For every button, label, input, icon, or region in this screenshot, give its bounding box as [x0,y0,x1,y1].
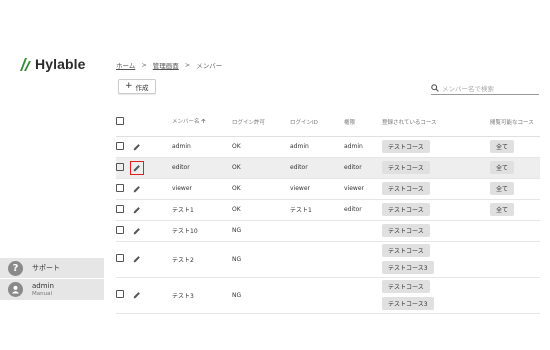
member-name: admin [172,136,232,158]
login-allowed: OK [232,178,290,200]
course-chip: テストコース3 [382,261,434,274]
login-allowed: OK [232,136,290,158]
sort-arrow-up-icon: 🡱 [201,117,206,125]
row-checkbox[interactable] [116,183,124,192]
members-table: メンバー名 🡱 ログイン許可 ログインID 権限 登録されているコース 閲覧可能… [116,108,540,314]
edit-pencil-icon[interactable] [130,182,144,196]
search-placeholder: メンバー名で検索 [442,85,494,93]
search-input[interactable]: メンバー名で検索 [431,82,539,95]
table-header-row: メンバー名 🡱 ログイン許可 ログインID 権限 登録されているコース 閲覧可能… [116,108,540,137]
login-id: viewer [290,178,344,200]
plus-icon: + [125,81,133,91]
edit-pencil-icon[interactable] [130,224,144,238]
row-checkbox[interactable] [116,254,124,262]
support-label: サポート [32,264,60,272]
table-row[interactable]: admin OK admin admin テストコース 全て [116,136,540,158]
edit-pencil-icon[interactable] [130,252,144,266]
row-checkbox[interactable] [116,141,124,150]
role [344,220,382,242]
login-id: editor [290,157,344,179]
breadcrumb-current: メンバー [196,62,223,70]
member-name: テスト10 [172,220,232,242]
row-checkbox[interactable] [116,225,124,234]
header-viewable-courses: 閲覧可能なコース [490,108,540,137]
table-row[interactable]: テスト3 NG テストコース テストコース3 [116,277,540,314]
member-name: テスト1 [172,199,232,221]
edit-pencil-icon[interactable] [130,160,144,175]
table-row[interactable]: テスト2 NG テストコース テストコース3 [116,241,540,278]
course-chip: テストコース [382,140,430,153]
role: admin [344,136,382,158]
member-name: テスト3 [172,277,232,314]
sidebar-item-support[interactable]: ? サポート [0,258,104,278]
viewable-chip: 全て [490,182,515,195]
table-row[interactable]: テスト1 OK テスト1 editor テストコース 全て [116,199,540,221]
edit-pencil-icon[interactable] [130,140,144,154]
role: editor [344,199,382,221]
course-chip: テストコース [382,244,430,257]
course-chip: テストコース [382,224,430,237]
course-chip: テストコース [382,203,430,216]
login-allowed: OK [232,199,290,221]
course-chip: テストコース3 [382,297,434,310]
row-checkbox[interactable] [116,290,124,298]
course-chip: テストコース [382,182,430,195]
course-chip: テストコース [382,280,430,293]
login-id [290,220,344,242]
create-label: 作成 [135,83,149,92]
user-role: Manual [32,290,52,297]
select-all-checkbox[interactable] [116,116,124,125]
logo[interactable]: Hylable [20,56,86,72]
member-name: テスト2 [172,241,232,278]
table-row[interactable]: editor OK editor editor テストコース 全て [116,157,540,179]
breadcrumb-admin[interactable]: 管理画面 [153,60,179,70]
hylable-logo-icon [20,57,31,71]
edit-pencil-icon[interactable] [130,288,144,302]
user-name: admin [32,281,54,290]
course-chip: テストコース [382,161,430,174]
login-id: テスト1 [290,199,344,221]
table-row[interactable]: テスト10 NG テストコース [116,220,540,242]
header-registered-courses: 登録されているコース [382,108,490,137]
logo-text: Hylable [35,56,86,72]
breadcrumb-separator: > [141,61,147,69]
login-allowed: NG [232,220,290,242]
table-row[interactable]: viewer OK viewer viewer テストコース 全て [116,178,540,200]
viewable-chip: 全て [490,140,515,153]
edit-pencil-icon[interactable] [130,203,144,217]
header-role: 権限 [344,108,382,137]
member-name: editor [172,157,232,179]
help-icon: ? [8,260,23,276]
login-id: admin [290,136,344,158]
user-avatar-icon [8,282,23,297]
login-id [290,241,344,278]
login-allowed: NG [232,277,290,314]
login-allowed: NG [232,241,290,278]
create-button[interactable]: + 作成 [118,79,156,94]
sidebar-user[interactable]: admin Manual [0,279,104,300]
login-allowed: OK [232,157,290,179]
login-id [290,277,344,314]
member-name: viewer [172,178,232,200]
search-icon [431,84,439,92]
breadcrumb-home[interactable]: ホーム [116,60,135,70]
breadcrumb-separator: > [184,61,191,69]
role [344,277,382,314]
breadcrumb: ホーム > 管理画面 > メンバー [116,60,222,70]
role: viewer [344,178,382,200]
header-login-allowed: ログイン許可 [232,108,290,137]
main-content: ホーム > 管理画面 > メンバー + 作成 メンバー名で検索 メンバー名 🡱 … [104,48,550,314]
viewable-chip: 全て [490,203,515,216]
viewable-chip: 全て [490,161,515,174]
role: editor [344,157,382,179]
header-login-id: ログインID [290,108,344,137]
row-checkbox[interactable] [116,162,124,171]
header-name[interactable]: メンバー名 🡱 [172,108,232,137]
role [344,241,382,278]
row-checkbox[interactable] [116,204,124,213]
